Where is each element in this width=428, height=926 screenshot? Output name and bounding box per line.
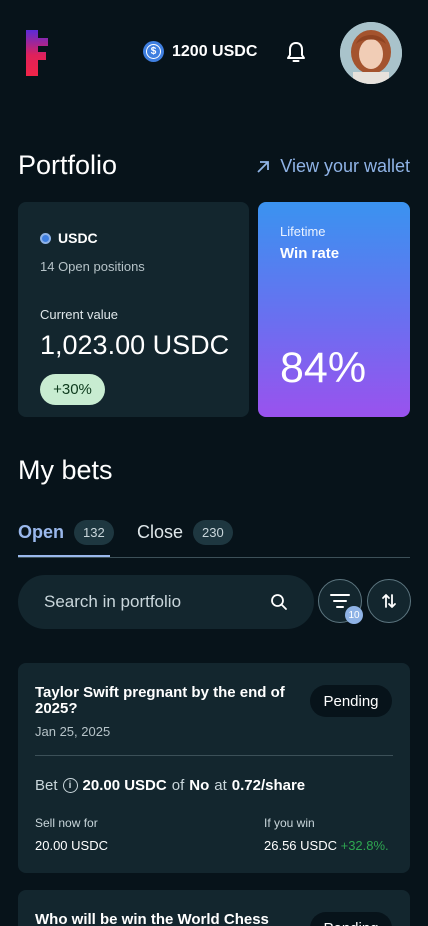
if-you-win-value: 26.56 USDC [264,838,337,853]
usdc-currency-label: USDC [58,230,98,246]
if-you-win-label: If you win [264,816,315,830]
info-icon[interactable]: i [62,778,78,793]
wallet-balance[interactable]: $ 1200 USDC [143,41,257,62]
tab-close-count: 230 [193,519,233,545]
bet-label: Bet [35,777,58,794]
view-wallet-label: View your wallet [280,156,410,176]
open-positions-count: 14 Open positions [40,259,145,274]
balance-amount: 1200 USDC [172,42,258,60]
tab-open[interactable]: Open 132 [18,518,114,546]
status-badge: Pending [310,685,392,717]
filter-count-badge: 10 [345,606,363,624]
app-header: $ 1200 USDC [0,0,428,100]
avatar[interactable] [340,22,402,84]
bet-price: 0.72/share [231,777,306,794]
portfolio-title: Portfolio [18,150,118,180]
tab-close-label: Close [137,521,184,542]
active-tab-indicator [18,555,110,557]
bet-of-label: of [171,777,185,794]
change-badge: +30% [40,374,105,405]
bet-title: Who will be win the World Chess [35,911,269,926]
win-rate-card[interactable]: Lifetime Win rate 84% [258,202,410,417]
win-rate-label: Win rate [280,245,340,262]
sell-now-label: Sell now for [35,816,98,830]
tab-open-label: Open [18,521,65,542]
app-logo-icon[interactable] [26,30,50,76]
bet-card[interactable]: Taylor Swift pregnant by the end of 2025… [18,663,410,873]
usdc-coin-icon: $ [143,41,164,62]
portfolio-search [18,575,314,629]
bet-side: No [189,777,210,794]
search-icon[interactable] [270,593,288,611]
bet-date: Jan 25, 2025 [35,724,111,739]
filter-button[interactable]: 10 [318,579,363,624]
my-bets-title: My bets [18,455,113,485]
filter-icon [330,594,350,608]
bet-card[interactable]: Who will be win the World Chess Pending [18,890,410,926]
tab-open-count: 132 [74,519,114,545]
bet-summary: Bet i 20.00 USDC of No at 0.72/share [35,777,305,794]
win-rate-lifetime-label: Lifetime [280,224,326,239]
bets-tabs: Open 132 Close 230 [18,518,410,558]
sort-button[interactable] [367,579,411,623]
if-you-win-percent: +32.8%. [340,838,389,853]
search-input[interactable] [44,575,264,629]
bet-amount: 20.00 USDC [82,777,167,794]
bet-at-label: at [214,777,227,794]
usdc-currency-row: USDC [40,230,98,246]
if-you-win-row: 26.56 USDC +32.8%. [264,838,389,853]
usdc-portfolio-card[interactable]: USDC 14 Open positions Current value 1,0… [18,202,249,417]
arrow-up-right-icon [257,160,270,173]
tab-close[interactable]: Close 230 [137,518,233,546]
current-value-label: Current value [40,307,119,322]
usdc-coin-icon [40,232,51,244]
sort-icon [382,594,396,608]
status-badge: Pending [310,912,392,926]
bell-icon[interactable] [285,40,307,64]
view-wallet-link[interactable]: View your wallet [256,156,410,177]
sell-now-value: 20.00 USDC [35,838,108,853]
current-value: 1,023.00 USDC [40,330,230,360]
divider [35,755,393,756]
bet-title: Taylor Swift pregnant by the end of 2025… [35,684,285,717]
win-rate-value: 84% [280,344,367,392]
